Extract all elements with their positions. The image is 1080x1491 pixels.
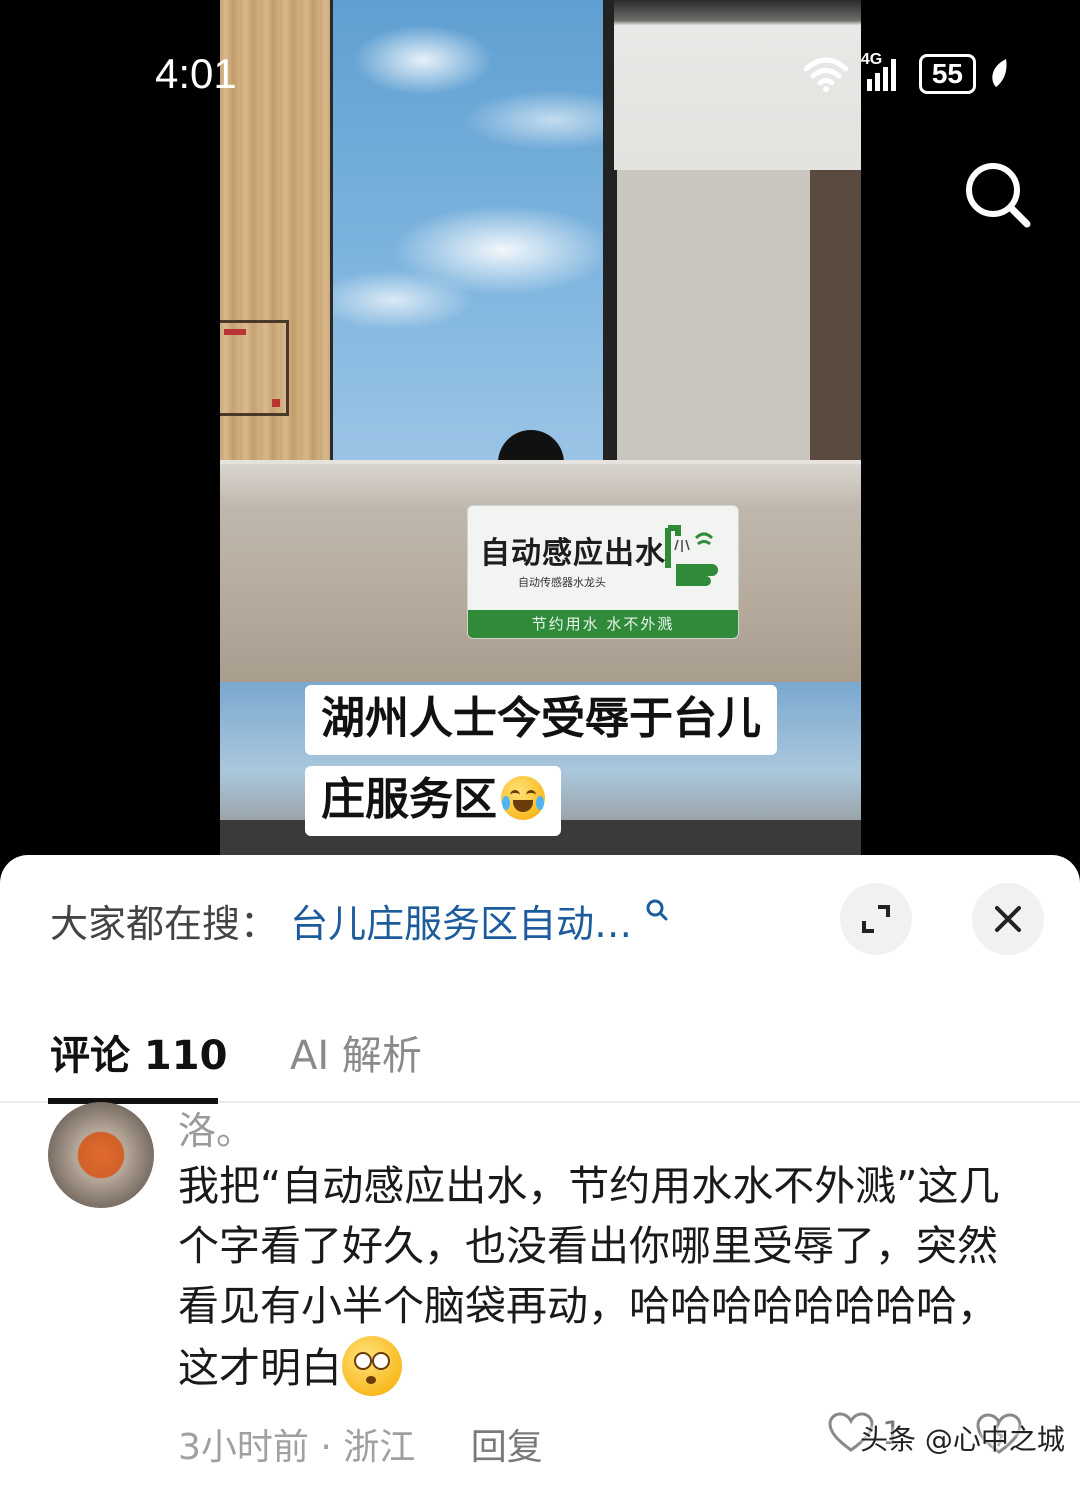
meta-separator: · [320, 1427, 344, 1468]
video-caption-line2-text: 庄服务区 [321, 774, 497, 825]
expand-icon [862, 905, 890, 933]
tab-ai-analysis[interactable]: AI 解析 [290, 1023, 422, 1081]
video-caption-line2: 庄服务区 [305, 766, 561, 836]
doorway [810, 170, 861, 470]
tears-of-joy-emoji-icon [501, 776, 545, 820]
status-time: 4:01 [155, 50, 237, 97]
trending-search[interactable]: 大家都在搜： 台儿庄服务区自动… [50, 893, 670, 948]
reply-button[interactable]: 回复 [471, 1427, 543, 1468]
faucet-sign: 自动感应出水 自动传感器水龙头 节约用水 水不外溅 [467, 505, 739, 639]
comment-text-block: 我把“自动感应出水，节约用水水不外溅”这几个字看了好久，也没看出你哪里受辱了，突… [178, 1156, 1018, 1398]
close-button[interactable] [972, 883, 1044, 955]
comment-location: 浙江 [343, 1427, 416, 1468]
sign-title: 自动感应出水 [480, 536, 666, 571]
source-watermark: 头条 @心中之城 [860, 1423, 1065, 1456]
sign-subtitle: 自动传感器水龙头 [518, 576, 606, 589]
cellular-signal-icon: 4G [861, 51, 907, 93]
small-search-icon [646, 899, 668, 921]
comment-meta: 3小时前 · 浙江 回复 [178, 1418, 543, 1470]
video-caption-line1: 湖州人士今受辱于台儿 [305, 685, 777, 755]
expand-button[interactable] [840, 883, 912, 955]
close-icon [995, 906, 1021, 932]
comment-username[interactable]: 洛。 [178, 1100, 254, 1155]
trending-query-link[interactable]: 台儿庄服务区自动… [290, 902, 632, 946]
comments-sheet: 大家都在搜： 台儿庄服务区自动… 评论 110 AI 解析 洛。 我把“自动感应… [0, 855, 1080, 1491]
sheet-tabs: 评论 110 AI 解析 [0, 1015, 1080, 1104]
eco-leaf-icon [992, 59, 1007, 87]
sign-footer: 节约用水 水不外溅 [468, 610, 738, 638]
trending-label: 大家都在搜： [50, 902, 279, 946]
thinking-emoji-icon [342, 1336, 402, 1396]
battery-level: 55 [918, 54, 976, 94]
search-icon[interactable] [963, 160, 1033, 230]
tab-comments[interactable]: 评论 110 [50, 1023, 227, 1081]
comment-time: 3小时前 [178, 1427, 309, 1468]
sky-mural [330, 0, 617, 470]
sensor-hand-icon [665, 525, 718, 586]
wifi-icon [803, 57, 849, 92]
avatar[interactable] [48, 1102, 154, 1208]
comment-text: 我把“自动感应出水，节约用水水不外溅”这几个字看了好久，也没看出你哪里受辱了，突… [178, 1162, 1000, 1392]
wall-notice-frame [220, 320, 289, 416]
status-icons: 4G 55 [803, 51, 1010, 94]
